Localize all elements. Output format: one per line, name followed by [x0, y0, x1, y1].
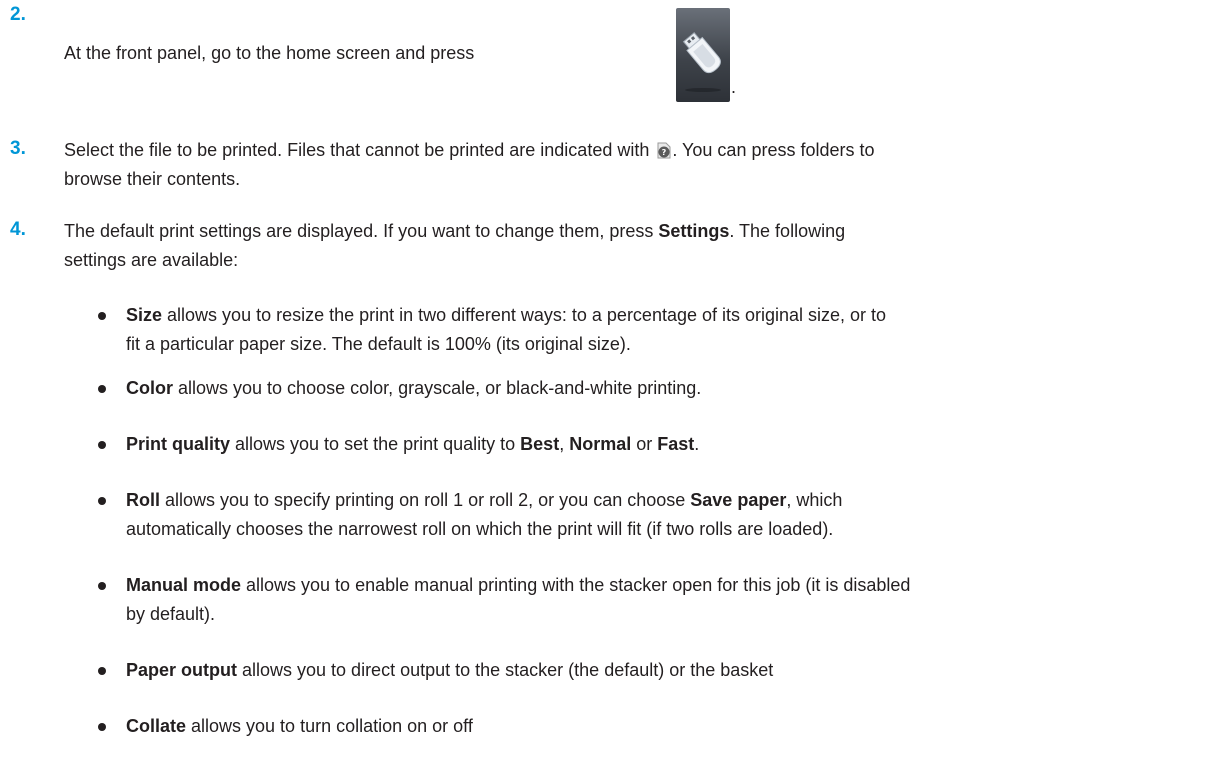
- step-number-3: 3.: [10, 138, 26, 159]
- bullet-dot: [98, 441, 106, 449]
- bullet-text-line1: allows you to choose color, grayscale, o…: [173, 378, 702, 398]
- bullet-text-line1: allows you to turn collation on or off: [186, 716, 473, 736]
- bullet-term: Collate: [126, 716, 187, 736]
- bullet-paper-output: Paper output allows you to direct output…: [126, 656, 1216, 685]
- bullet-dot: [98, 667, 106, 675]
- quality-fast: Fast: [657, 434, 695, 454]
- bullet-text-line1b: , which: [786, 490, 843, 510]
- separator: ,: [559, 434, 570, 454]
- bullet-term: Manual mode: [126, 575, 242, 595]
- save-paper-term: Save paper: [690, 490, 787, 510]
- step-number-2: 2.: [10, 4, 26, 25]
- bullet-dot: [98, 723, 106, 731]
- bullet-text-line1: allows you to enable manual printing wit…: [241, 575, 911, 595]
- step-number-4: 4.: [10, 219, 26, 240]
- step-3-line2: browse their contents.: [64, 169, 241, 189]
- question-file-icon: ?: [657, 142, 671, 159]
- period: .: [694, 434, 700, 454]
- bullet-text-line2: automatically chooses the narrowest roll…: [126, 519, 834, 539]
- bullet-text-line1: allows you to resize the print in two di…: [162, 305, 887, 325]
- bullet-roll: Roll allows you to specify printing on r…: [126, 486, 1216, 544]
- bullet-text-line2: by default).: [126, 604, 216, 624]
- step-4-line1b: . The following: [729, 221, 846, 241]
- svg-text:?: ?: [662, 148, 667, 157]
- step-4-line2: settings are available:: [64, 250, 239, 270]
- bullet-text-line1: allows you to specify printing on roll 1…: [160, 490, 691, 510]
- bullet-term: Size: [126, 305, 163, 325]
- step-4-line1a: The default print settings are displayed…: [64, 221, 659, 241]
- bullet-text-line2: fit a particular paper size. The default…: [126, 334, 631, 354]
- step-3-text: Select the file to be printed. Files tha…: [64, 136, 1214, 194]
- bullet-term: Paper output: [126, 660, 237, 680]
- bullet-color: Color allows you to choose color, graysc…: [126, 374, 1216, 403]
- bullet-dot: [98, 497, 106, 505]
- quality-normal: Normal: [569, 434, 632, 454]
- bullet-print-quality: Print quality allows you to set the prin…: [126, 430, 1216, 459]
- bullet-text-line1: allows you to direct output to the stack…: [237, 660, 774, 680]
- step-2-period: .: [731, 77, 737, 97]
- bullet-term: Roll: [126, 490, 160, 510]
- bullet-dot: [98, 385, 106, 393]
- bullet-term: Print quality: [126, 434, 231, 454]
- usb-flash-drive-icon: [676, 8, 730, 102]
- separator: or: [631, 434, 658, 454]
- bullet-dot: [98, 312, 106, 320]
- step-2-text: At the front panel, go to the home scree…: [64, 39, 1214, 68]
- settings-term: Settings: [658, 221, 730, 241]
- step-4-text: The default print settings are displayed…: [64, 217, 1214, 275]
- bullet-text-line1: allows you to set the print quality to: [230, 434, 521, 454]
- step-3-line1a: Select the file to be printed. Files tha…: [64, 140, 650, 160]
- bullet-dot: [98, 582, 106, 590]
- bullet-manual-mode: Manual mode allows you to enable manual …: [126, 571, 1216, 629]
- step-2-instruction: At the front panel, go to the home scree…: [64, 43, 475, 63]
- quality-best: Best: [520, 434, 560, 454]
- bullet-size: Size allows you to resize the print in t…: [126, 301, 1216, 359]
- step-3-line1b: . You can press folders to: [672, 140, 875, 160]
- bullet-collate: Collate allows you to turn collation on …: [126, 712, 1216, 741]
- bullet-term: Color: [126, 378, 173, 398]
